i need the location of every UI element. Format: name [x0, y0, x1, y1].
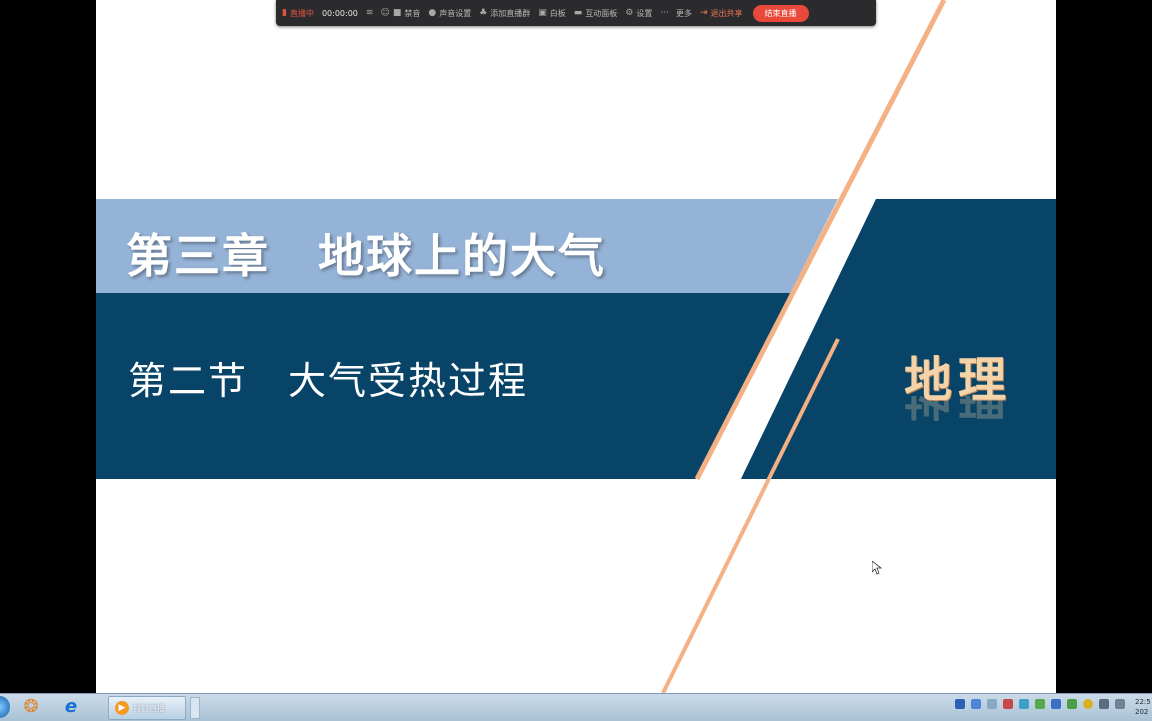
camera-icon: ■: [392, 8, 402, 18]
network-icon[interactable]: [1115, 699, 1125, 709]
wifi-icon: ≋: [365, 8, 374, 18]
more-label: 更多: [675, 8, 692, 18]
chapter-title: 第三章 地球上的大气: [126, 229, 606, 283]
microphone-icon: ●: [428, 8, 437, 18]
volume-icon[interactable]: [1099, 699, 1109, 709]
taskbar-item-placeholder[interactable]: [190, 697, 200, 719]
tray-icon-1[interactable]: [955, 699, 965, 709]
dingtalk-icon: ▶: [115, 701, 129, 715]
windows-taskbar: ❂ e ▶ 钉钉直播 22:5 202: [0, 693, 1152, 721]
whiteboard-label: 白板: [549, 8, 566, 18]
tray-icon-6[interactable]: [1035, 699, 1045, 709]
interaction-panel-button[interactable]: ▬ 互动面板: [574, 8, 618, 19]
mute-label: 禁音: [404, 8, 421, 18]
clock-date: 202: [1135, 708, 1149, 716]
sound-settings-label: 声音设置: [439, 8, 472, 18]
whiteboard-icon: ▣: [538, 8, 547, 18]
settings-button[interactable]: ⚙ 设置: [625, 8, 652, 19]
add-group-label: 添加直播群: [490, 8, 531, 18]
internet-explorer-icon[interactable]: e: [60, 697, 82, 717]
more-dots-icon: ···: [660, 8, 669, 18]
start-button[interactable]: [0, 696, 10, 718]
wifi-status: ≋: [366, 8, 377, 18]
tray-icon-3[interactable]: [987, 699, 997, 709]
live-status: ▮ 直播中: [282, 8, 314, 19]
system-clock[interactable]: 22:5 202: [1135, 697, 1151, 717]
gear-icon: ⚙: [625, 8, 634, 18]
exit-share-button[interactable]: ⇥ 退出共享: [700, 8, 743, 19]
mute-face-icon: ☺: [380, 8, 390, 18]
live-toolbar: ▮ 直播中 00:00:00 ≋ ☺ ■ 禁音 ● 声音设置 ♣ 添加直播群 ▣…: [276, 0, 876, 26]
sound-settings-button[interactable]: ● 声音设置: [428, 8, 471, 19]
taskbar-item-dingtalk-live[interactable]: ▶ 钉钉直播: [108, 696, 186, 720]
subject-logo-reflection: 地理: [904, 396, 1013, 424]
app-launcher-icon[interactable]: ❂: [20, 697, 42, 717]
system-tray: [955, 699, 1131, 709]
mute-button[interactable]: ☺ ■ 禁音: [380, 8, 420, 19]
live-signal-icon: ▮: [282, 8, 287, 18]
settings-label: 设置: [636, 8, 653, 18]
exit-icon: ⇥: [699, 8, 708, 18]
tray-icon-7[interactable]: [1051, 699, 1061, 709]
taskbar-item-label: 钉钉直播: [133, 703, 165, 713]
mouse-cursor-icon: [872, 561, 882, 575]
add-group-button[interactable]: ♣ 添加直播群: [479, 8, 530, 19]
interaction-panel-label: 互动面板: [585, 8, 618, 18]
tray-icon-5[interactable]: [1019, 699, 1029, 709]
live-timer: 00:00:00: [321, 8, 358, 18]
tray-icon-4[interactable]: [1003, 699, 1013, 709]
tray-icon-8[interactable]: [1067, 699, 1077, 709]
more-button[interactable]: ··· 更多: [660, 8, 692, 19]
tray-icon-9[interactable]: [1083, 699, 1093, 709]
presentation-slide: 第三章 地球上的大气 第二节 大气受热过程 地理 地理: [96, 0, 1056, 693]
whiteboard-button[interactable]: ▣ 白板: [538, 8, 566, 19]
live-status-label: 直播中: [289, 8, 314, 18]
tray-icon-2[interactable]: [971, 699, 981, 709]
end-live-button[interactable]: 结束直播: [752, 4, 809, 22]
chat-icon: ▬: [573, 8, 583, 18]
clock-time: 22:5: [1135, 698, 1151, 706]
exit-share-label: 退出共享: [710, 8, 743, 18]
group-icon: ♣: [479, 8, 488, 18]
section-title: 第二节 大气受热过程: [128, 359, 529, 403]
